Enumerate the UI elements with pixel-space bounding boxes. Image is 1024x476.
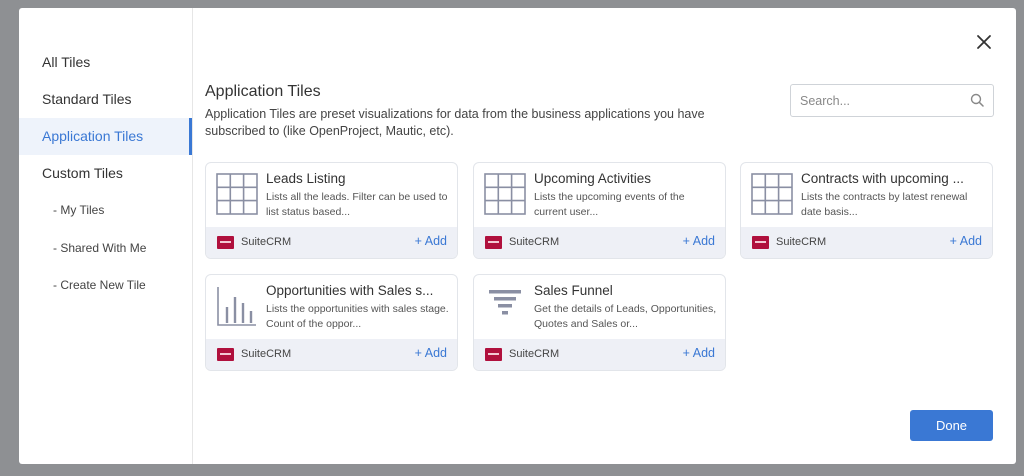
tile-footer: SuiteCRM + Add (474, 227, 725, 258)
tile-footer: SuiteCRM + Add (474, 339, 725, 370)
tile-description: Lists the opportunities with sales stage… (266, 303, 449, 330)
tile-provider: SuiteCRM (509, 236, 560, 248)
suitecrm-logo-icon (217, 348, 234, 361)
tile-title: Upcoming Activities (534, 171, 652, 186)
sidebar-item-custom-tiles[interactable]: Custom Tiles (19, 155, 192, 192)
tile-provider: SuiteCRM (241, 348, 292, 360)
add-tile-button[interactable]: + Add (415, 346, 447, 360)
tile-description: Lists the contracts by latest renewal da… (801, 191, 968, 218)
sidebar-item-application-tiles[interactable]: Application Tiles (19, 118, 192, 155)
sidebar-item-shared-with-me[interactable]: - Shared With Me (19, 230, 192, 268)
add-tile-button[interactable]: + Add (415, 234, 447, 248)
tile-footer: SuiteCRM + Add (206, 227, 457, 258)
tile-provider: SuiteCRM (776, 236, 827, 248)
tile-card: Upcoming Activities Lists the upcoming e… (473, 162, 726, 259)
page-description: Application Tiles are preset visualizati… (205, 107, 705, 138)
grid-icon (484, 173, 526, 215)
tile-category-sidebar: All Tiles Standard Tiles Application Til… (19, 8, 193, 464)
suitecrm-logo-icon (485, 348, 502, 361)
sidebar-item-all-tiles[interactable]: All Tiles (19, 44, 192, 81)
tile-title: Leads Listing (266, 171, 346, 186)
bar-chart-icon (217, 287, 256, 326)
add-tile-button[interactable]: + Add (683, 346, 715, 360)
tile-title: Opportunities with Sales s... (266, 283, 434, 298)
sidebar-item-my-tiles[interactable]: - My Tiles (19, 192, 192, 230)
add-tile-button[interactable]: + Add (683, 234, 715, 248)
search-input[interactable] (791, 85, 961, 116)
search-box (790, 84, 994, 117)
grid-icon (751, 173, 793, 215)
close-icon (977, 35, 991, 49)
tile-footer: SuiteCRM + Add (741, 227, 992, 258)
tile-provider: SuiteCRM (509, 348, 560, 360)
tile-description: Get the details of Leads, Opportunities,… (534, 303, 717, 330)
add-tile-button[interactable]: + Add (950, 234, 982, 248)
page-title: Application Tiles (205, 83, 321, 100)
grid-icon (216, 173, 258, 215)
suitecrm-logo-icon (752, 236, 769, 249)
add-tile-modal: All Tiles Standard Tiles Application Til… (19, 8, 1016, 464)
tile-card: Opportunities with Sales s... Lists the … (205, 274, 458, 371)
funnel-icon (489, 290, 521, 315)
tile-card: Sales Funnel Get the details of Leads, O… (473, 274, 726, 371)
suitecrm-logo-icon (217, 236, 234, 249)
tile-title: Contracts with upcoming ... (801, 171, 964, 186)
tile-description: Lists the upcoming events of the current… (534, 191, 685, 218)
tile-card: Leads Listing Lists all the leads. Filte… (205, 162, 458, 259)
suitecrm-logo-icon (485, 236, 502, 249)
tile-description: Lists all the leads. Filter can be used … (266, 191, 448, 218)
search-icon[interactable] (970, 93, 984, 107)
done-button[interactable]: Done (910, 410, 993, 441)
close-button[interactable] (974, 32, 994, 52)
tile-card: Contracts with upcoming ... Lists the co… (740, 162, 993, 259)
sidebar-item-standard-tiles[interactable]: Standard Tiles (19, 81, 192, 118)
tile-footer: SuiteCRM + Add (206, 339, 457, 370)
tile-title: Sales Funnel (534, 283, 613, 298)
tiles-main-panel: Application Tiles Application Tiles are … (193, 8, 1016, 464)
tile-provider: SuiteCRM (241, 236, 292, 248)
sidebar-item-create-new-tile[interactable]: - Create New Tile (19, 267, 192, 305)
